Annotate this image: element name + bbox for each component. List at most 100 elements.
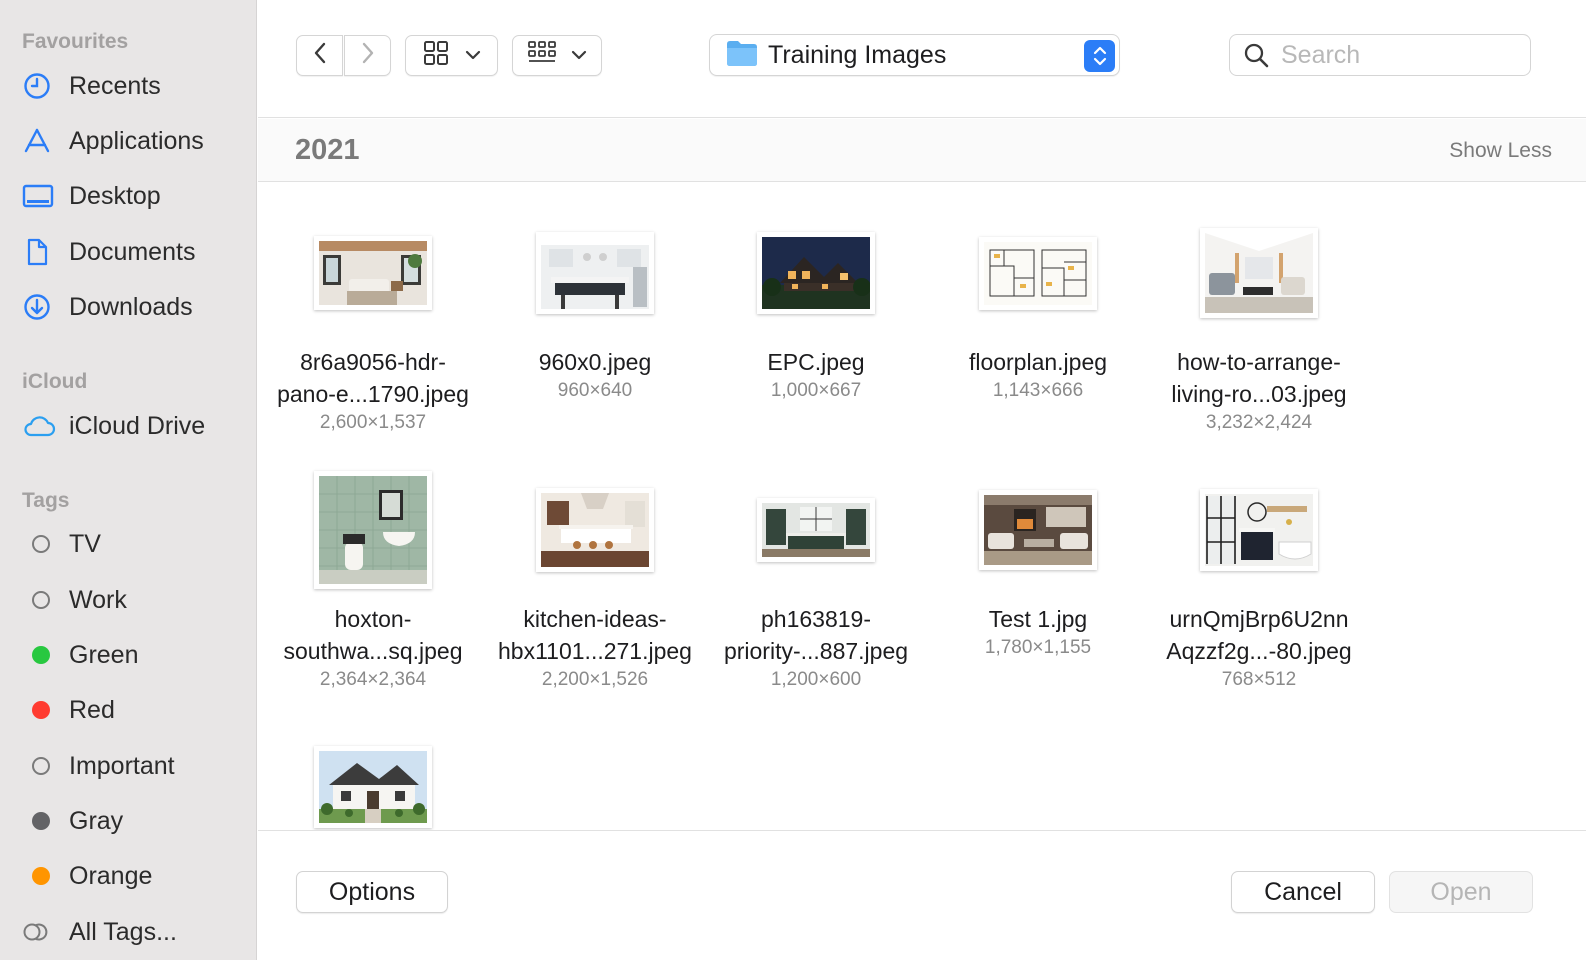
tag-dot-icon — [32, 591, 50, 609]
sidebar-item-label: Downloads — [69, 292, 193, 321]
kitchen-island-image — [541, 493, 649, 567]
sidebar-item-recents[interactable]: Recents — [22, 64, 248, 108]
tags-heading: Tags — [22, 489, 70, 512]
dialog-footer: Options Cancel Open — [258, 830, 1586, 960]
group-by-icon — [527, 40, 557, 71]
thumbnail — [979, 490, 1097, 570]
group-by-button[interactable] — [512, 35, 602, 76]
applications-icon — [22, 126, 60, 156]
thumbnail — [314, 236, 432, 310]
kitchen-image — [541, 237, 649, 309]
icloud-heading: iCloud — [22, 370, 88, 393]
location-label: Training Images — [768, 40, 947, 69]
forward-button[interactable] — [344, 35, 391, 76]
sidebar-tag-orange[interactable]: Orange — [22, 854, 248, 898]
floorplan-image — [984, 241, 1092, 305]
file-dimensions: 1,000×667 — [770, 380, 862, 401]
file-item[interactable]: 8r6a9056-hdr- pano-e...1790.jpeg 2,600×1… — [262, 203, 484, 436]
desktop-icon — [22, 181, 60, 211]
file-name: urnQmjBrp6U2nn Aqzzf2g...-80.jpeg — [1166, 606, 1352, 664]
file-item[interactable]: how-to-arrange- living-ro...03.jpeg 3,23… — [1148, 203, 1370, 436]
toolbar: Training Images — [258, 0, 1586, 118]
file-item[interactable]: hoxton- southwa...sq.jpeg 2,364×2,364 — [262, 460, 484, 693]
thumbnail — [314, 471, 432, 589]
thumbnail — [757, 232, 875, 314]
open-button[interactable]: Open — [1389, 871, 1533, 913]
sidebar-item-desktop[interactable]: Desktop — [22, 174, 248, 218]
file-dimensions: 2,600×1,537 — [319, 412, 427, 433]
sidebar-item-downloads[interactable]: Downloads — [22, 285, 248, 329]
bright-living-room-image — [1205, 233, 1313, 313]
file-name: 8r6a9056-hdr- pano-e...1790.jpeg — [277, 349, 469, 407]
sidebar-tag-red[interactable]: Red — [22, 688, 248, 732]
search-input[interactable] — [1281, 40, 1521, 70]
group-title: 2021 — [295, 134, 360, 166]
sidebar-item-label: Applications — [69, 126, 204, 155]
file-name: EPC.jpeg — [767, 349, 865, 375]
file-item[interactable] — [262, 717, 484, 830]
sidebar-tag-green[interactable]: Green — [22, 633, 248, 677]
tag-dot-icon — [32, 867, 50, 885]
search-field[interactable] — [1229, 34, 1531, 76]
file-name: floorplan.jpeg — [968, 349, 1108, 375]
file-name: hoxton- southwa...sq.jpeg — [283, 606, 463, 664]
house-night-image — [762, 237, 870, 309]
file-dimensions: 2,200×1,526 — [541, 669, 649, 690]
search-icon — [1243, 42, 1269, 68]
thumbnail — [1200, 489, 1318, 571]
sidebar-item-label: iCloud Drive — [69, 411, 206, 440]
sidebar-item-label: Orange — [69, 861, 153, 890]
file-dimensions: 3,232×2,424 — [1205, 412, 1313, 433]
tag-dot-icon — [32, 646, 50, 664]
file-dimensions: 1,143×666 — [992, 380, 1084, 401]
file-item[interactable]: floorplan.jpeg 1,143×666 — [927, 203, 1149, 404]
file-item[interactable]: EPC.jpeg 1,000×667 — [705, 203, 927, 404]
group-header: 2021 Show Less — [258, 119, 1586, 182]
sidebar-item-applications[interactable]: Applications — [22, 119, 248, 163]
tag-dot-icon — [32, 757, 50, 775]
sidebar-item-documents[interactable]: Documents — [22, 230, 248, 274]
lounge-image — [984, 495, 1092, 565]
location-popup[interactable]: Training Images — [709, 34, 1120, 76]
file-item[interactable]: kitchen-ideas- hbx1101...271.jpeg 2,200×… — [484, 460, 706, 693]
sidebar-item-label: Desktop — [69, 181, 161, 210]
file-item[interactable]: 960x0.jpeg 960×640 — [484, 203, 706, 404]
sidebar-item-icloud-drive[interactable]: iCloud Drive — [22, 404, 248, 448]
sidebar-tag-gray[interactable]: Gray — [22, 799, 248, 843]
thumbnail — [757, 498, 875, 562]
main-pane: Training Images 2021 Show Less 8r6a9056-… — [258, 0, 1586, 960]
file-item[interactable]: ph163819- priority-...887.jpeg 1,200×600 — [705, 460, 927, 693]
sidebar-tag-work[interactable]: Work — [22, 578, 248, 622]
show-less-button[interactable]: Show Less — [1449, 139, 1552, 163]
sidebar-item-label: TV — [69, 529, 101, 558]
favourites-heading: Favourites — [22, 30, 129, 53]
back-button[interactable] — [296, 35, 343, 76]
file-name: kitchen-ideas- hbx1101...271.jpeg — [498, 606, 692, 664]
file-item[interactable]: urnQmjBrp6U2nn Aqzzf2g...-80.jpeg 768×51… — [1148, 460, 1370, 693]
file-dimensions: 960×640 — [557, 380, 633, 401]
thumbnail — [314, 746, 432, 828]
file-item[interactable]: Test 1.jpg 1,780×1,155 — [927, 460, 1149, 661]
bathroom-image — [319, 476, 427, 584]
sidebar-tag-important[interactable]: Important — [22, 744, 248, 788]
view-mode-button[interactable] — [405, 35, 498, 76]
grid-view-icon — [423, 40, 449, 71]
tag-dot-icon — [32, 812, 50, 830]
thumbnail — [536, 232, 654, 314]
sidebar-item-label: Red — [69, 695, 115, 724]
clock-icon — [22, 71, 60, 101]
sidebar-tag-tv[interactable]: TV — [22, 522, 248, 566]
file-name: ph163819- priority-...887.jpeg — [723, 606, 909, 664]
green-kitchen-image — [762, 503, 870, 557]
file-dimensions: 2,364×2,364 — [319, 669, 427, 690]
sidebar-all-tags[interactable]: All Tags... — [22, 910, 248, 954]
white-house-image — [319, 751, 427, 823]
file-name: how-to-arrange- living-ro...03.jpeg — [1171, 349, 1347, 407]
sidebar-item-label: Work — [69, 585, 127, 614]
cancel-button[interactable]: Cancel — [1231, 871, 1375, 913]
download-icon — [22, 292, 60, 322]
file-grid: 8r6a9056-hdr- pano-e...1790.jpeg 2,600×1… — [258, 183, 1586, 830]
living-room-image — [319, 241, 427, 305]
options-button[interactable]: Options — [296, 871, 448, 913]
folder-icon — [726, 39, 758, 72]
